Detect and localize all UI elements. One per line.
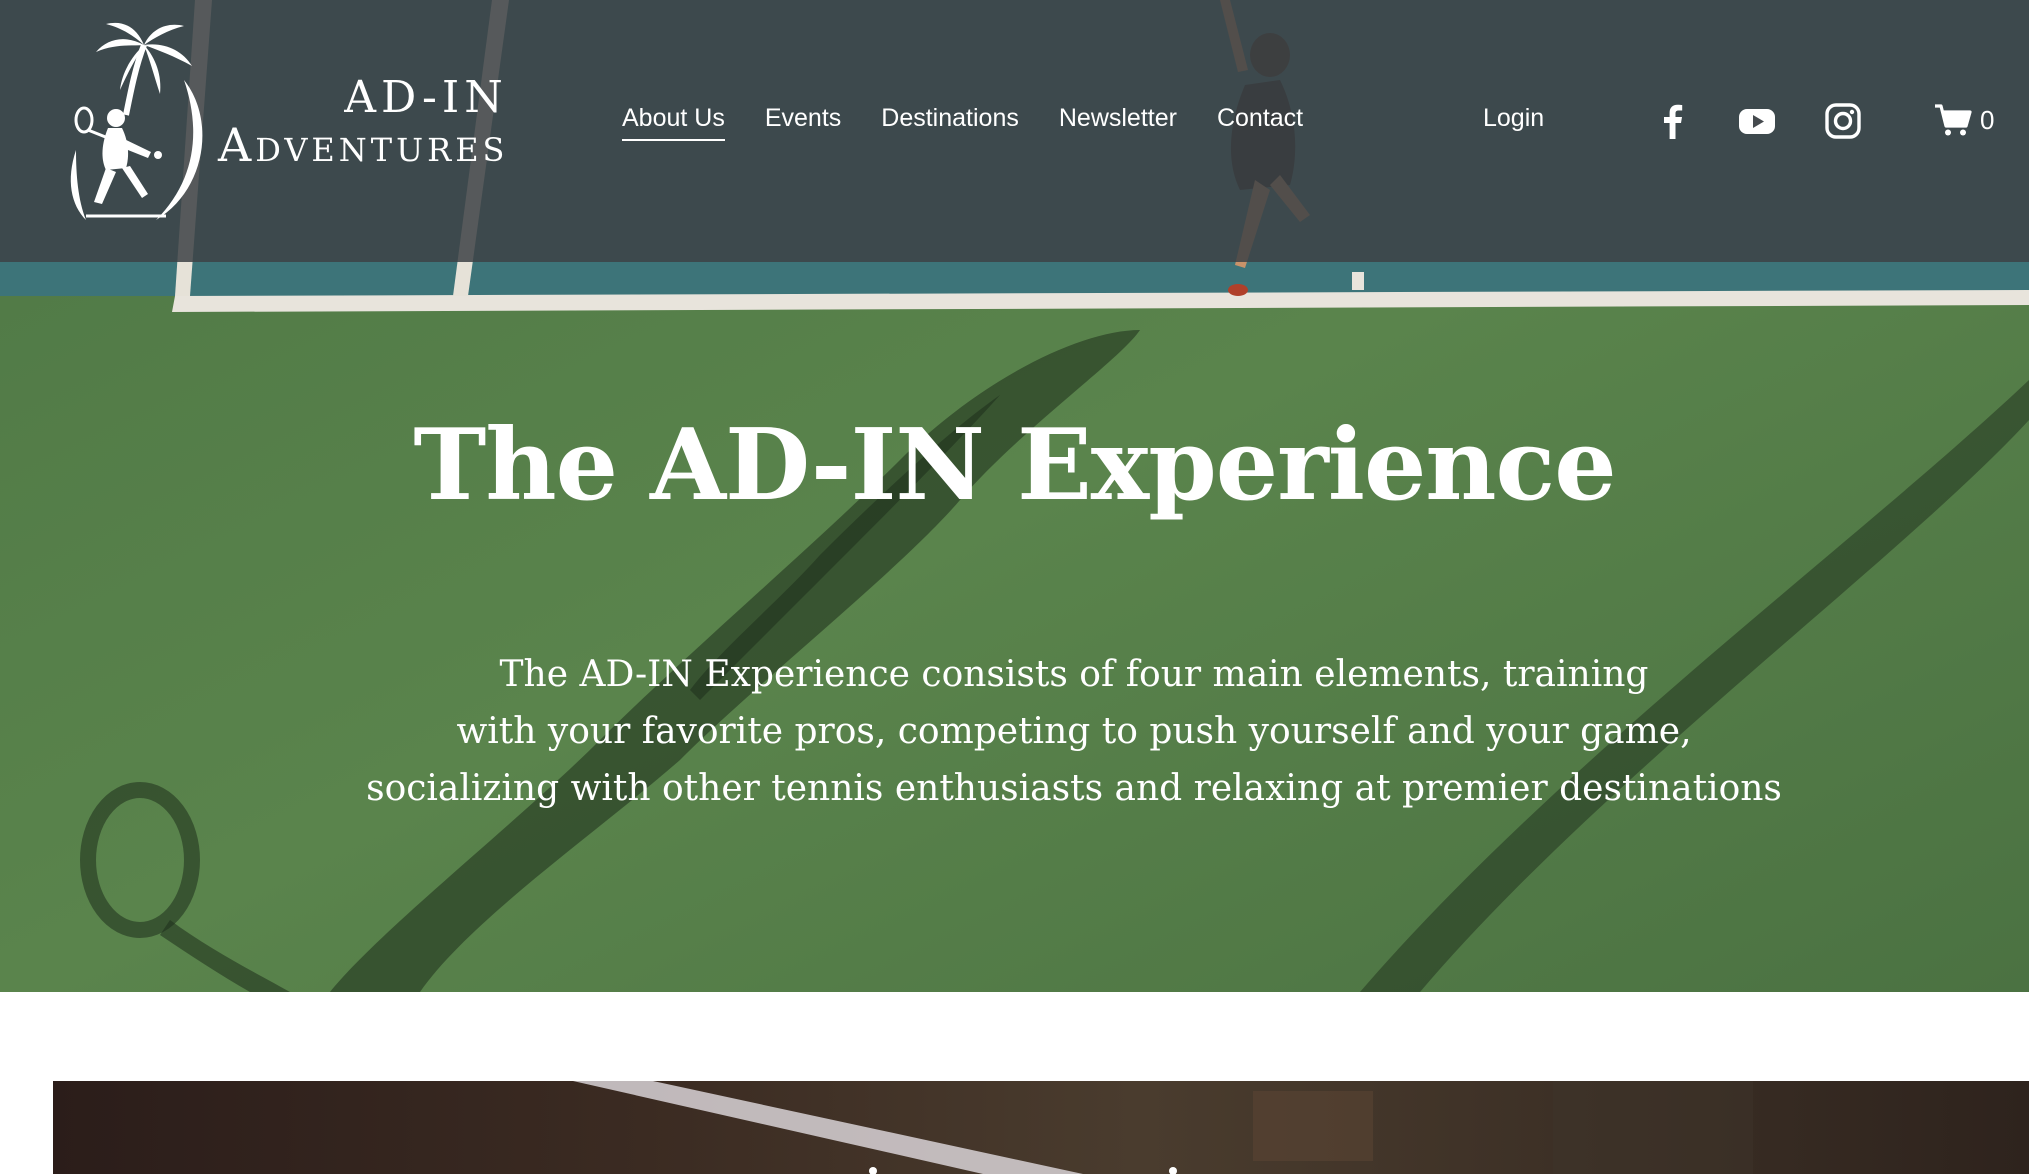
nav-item-contact[interactable]: Contact [1217,104,1303,141]
cart-icon [1935,104,1972,136]
hero-description-line: The AD-IN Experience consists of four ma… [499,654,1649,695]
tennis-palm-logo-icon [70,22,203,220]
hero-description-line: with your favorite pros, competing to pu… [456,711,1692,752]
main-navigation: About Us Events Destinations Newsletter … [622,104,1303,141]
logo-text-line1: AD-IN [344,72,508,123]
nav-item-newsletter[interactable]: Newsletter [1059,104,1177,141]
login-link[interactable]: Login [1483,104,1544,133]
hero-description: The AD-IN Experience consists of four ma… [314,646,1834,817]
cart-count: 0 [1980,104,1995,135]
hero-title: The AD-IN Experience [413,408,1616,523]
youtube-icon[interactable] [1738,102,1776,140]
site-logo[interactable]: AD-IN Adventures [56,20,556,230]
nav-item-destinations[interactable]: Destinations [881,104,1019,141]
facebook-icon[interactable] [1654,102,1692,140]
page: AD-IN Adventures About Us Events Destina… [0,0,2029,1174]
logo-text-line2: Adventures [218,118,509,172]
cart-button[interactable]: 0 [1934,103,1994,137]
hero-section: AD-IN Adventures About Us Events Destina… [0,0,2029,992]
instagram-icon[interactable] [1824,102,1862,140]
nav-item-events[interactable]: Events [765,104,841,141]
tennis-net-image [573,1081,1753,1174]
nav-item-about-us[interactable]: About Us [622,104,725,141]
section-image-preview [53,1081,2029,1174]
hero-description-line: socializing with other tennis enthusiast… [366,768,1782,809]
